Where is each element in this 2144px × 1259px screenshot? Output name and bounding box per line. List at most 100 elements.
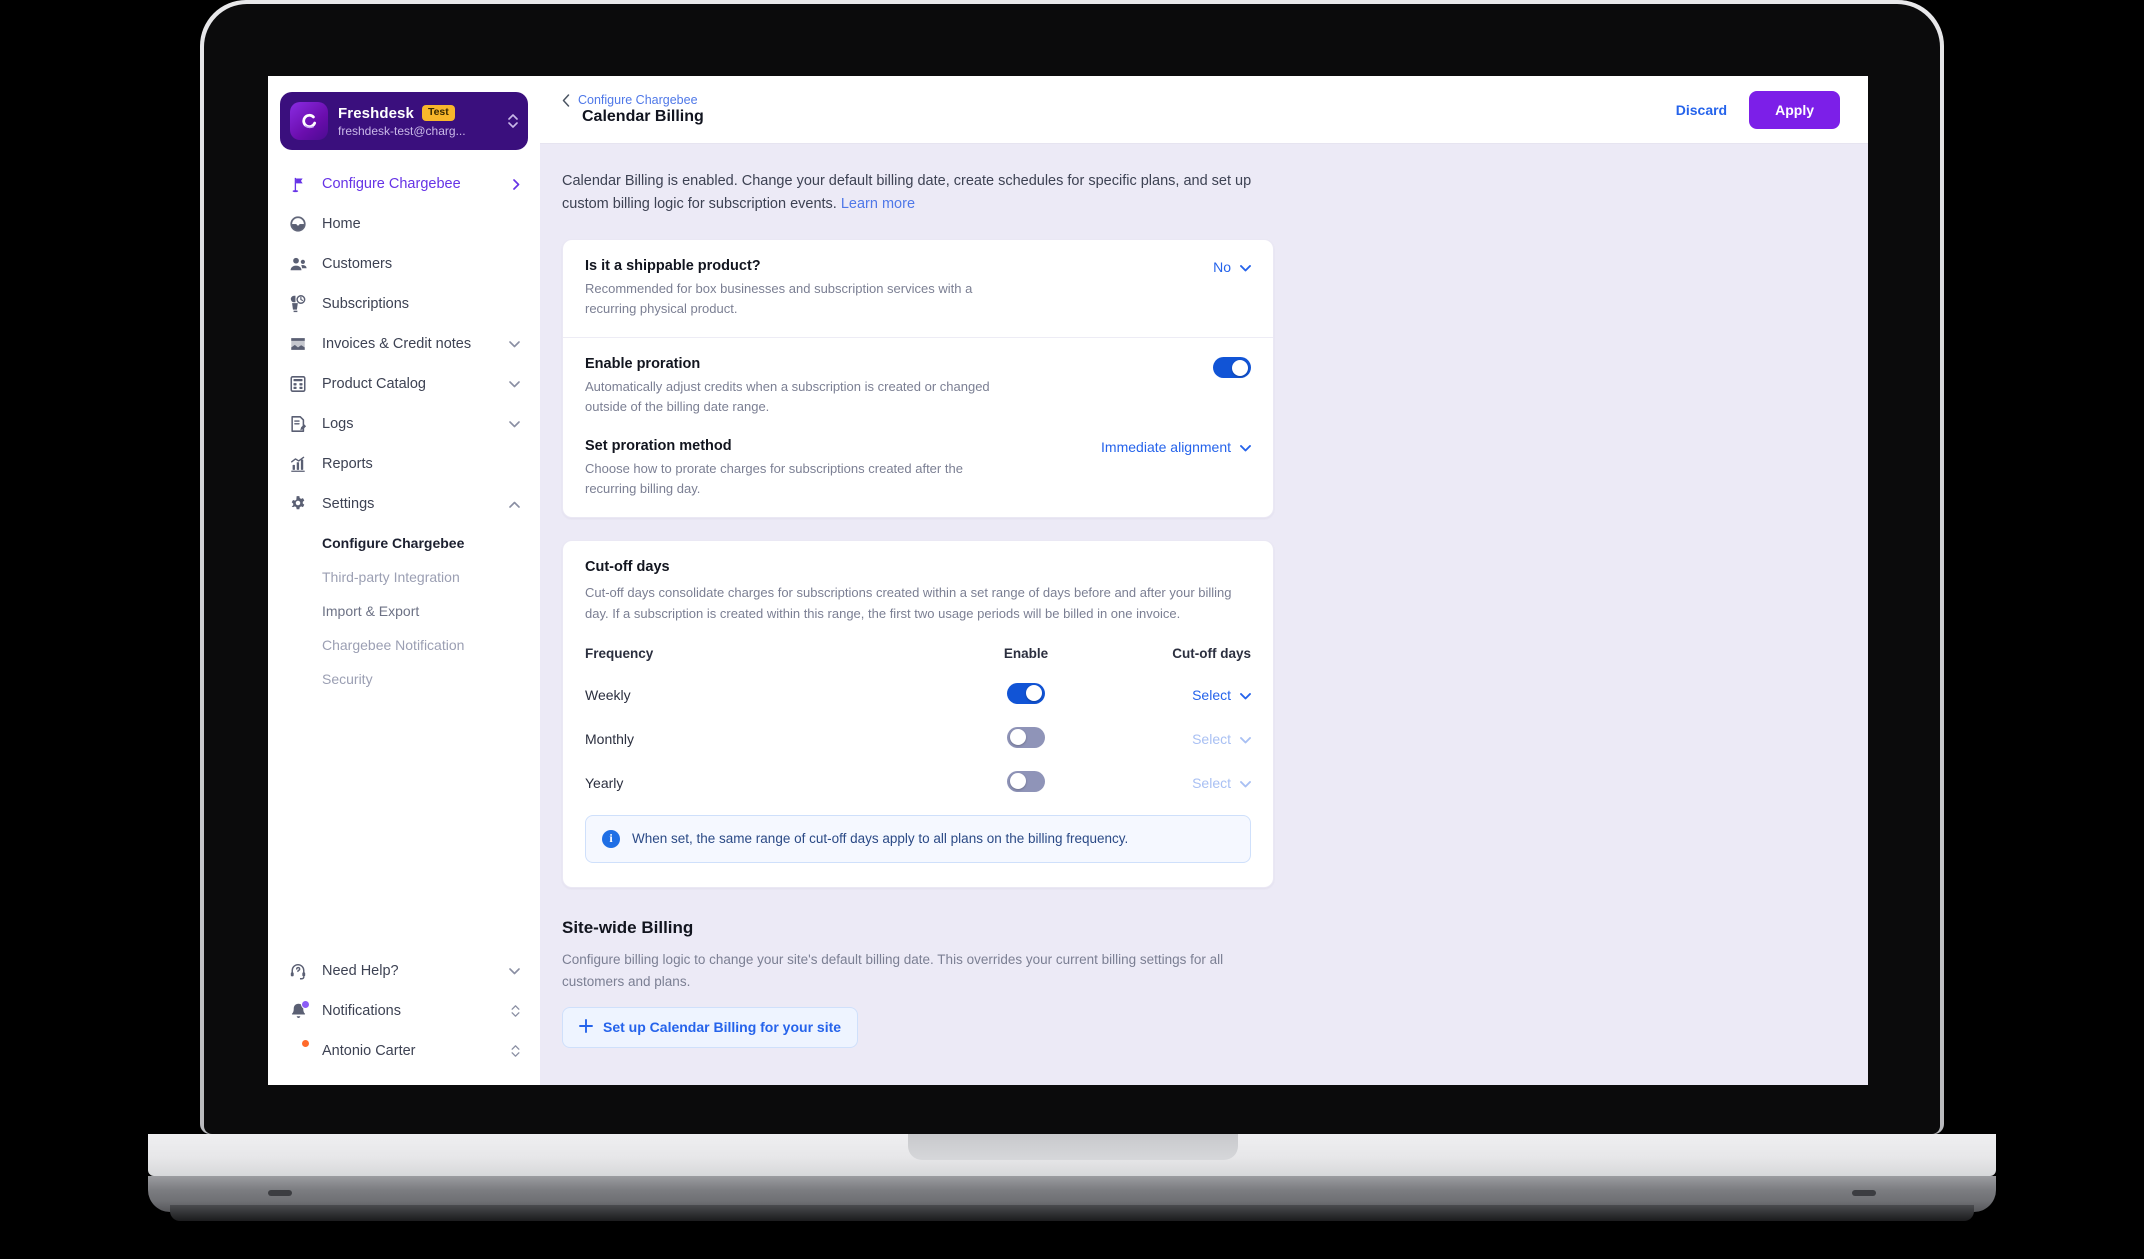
setup-button-label: Set up Calendar Billing for your site bbox=[603, 1019, 842, 1036]
sidebar-subitem-third-party-integration[interactable]: Third-party Integration bbox=[278, 560, 530, 594]
chargebee-app: Freshdesk Test freshdesk-test@charg... C… bbox=[268, 76, 1868, 1085]
up-down-chevron-icon[interactable] bbox=[508, 114, 518, 128]
gear-icon bbox=[288, 494, 308, 514]
sidebar-item-product-catalog[interactable]: Product Catalog bbox=[278, 364, 530, 404]
sidebar-subitem-import-export[interactable]: Import & Export bbox=[278, 594, 530, 628]
row-description: Automatically adjust credits when a subs… bbox=[585, 379, 990, 415]
account-email: freshdesk-test@charg... bbox=[338, 123, 466, 138]
table-row: Yearly Select bbox=[585, 761, 1251, 805]
sidebar-item-configure-chargebee[interactable]: Configure Chargebee bbox=[278, 164, 530, 204]
sidebar-item-logs[interactable]: Logs bbox=[278, 404, 530, 444]
sidebar-subitem-security[interactable]: Security bbox=[278, 662, 530, 696]
people-icon bbox=[288, 254, 308, 274]
monthly-cutoff-select[interactable]: Select bbox=[1101, 731, 1251, 747]
select-value: Immediate alignment bbox=[1101, 438, 1231, 455]
enable-proration-row: Enable proration Automatically adjust cr… bbox=[563, 337, 1273, 435]
setup-calendar-billing-button[interactable]: Set up Calendar Billing for your site bbox=[562, 1006, 859, 1048]
sidebar-item-user-profile[interactable]: Antonio Carter bbox=[278, 1031, 530, 1071]
chevron-down-icon bbox=[1240, 687, 1251, 703]
sidebar-item-label: Invoices & Credit notes bbox=[322, 336, 472, 352]
content-scroll[interactable]: Calendar Billing is enabled. Change your… bbox=[540, 144, 1868, 1085]
weekly-enable-toggle[interactable] bbox=[1007, 682, 1045, 704]
sidebar-subitem-configure-chargebee[interactable]: Configure Chargebee bbox=[278, 526, 530, 560]
sidebar-item-reports[interactable]: Reports bbox=[278, 444, 530, 484]
sidebar-item-label: Notifications bbox=[322, 1003, 401, 1019]
table-row: Monthly Select bbox=[585, 717, 1251, 761]
sidebar-item-notifications[interactable]: Notifications bbox=[278, 991, 530, 1031]
invoice-icon bbox=[288, 334, 308, 354]
sidebar-item-label: Need Help? bbox=[322, 963, 399, 979]
chevron-down-icon bbox=[1240, 775, 1251, 791]
row-title: Set proration method bbox=[585, 437, 732, 454]
proration-method-row: Set proration method Choose how to prora… bbox=[563, 436, 1273, 517]
proration-method-select[interactable]: Immediate alignment bbox=[1101, 439, 1251, 455]
up-down-chevron-icon[interactable] bbox=[511, 1045, 520, 1057]
primary-nav: Configure Chargebee Home Customers Subsc… bbox=[268, 164, 540, 524]
chevron-left-icon[interactable] bbox=[562, 93, 570, 107]
sidebar-bottom-nav: Need Help? Notifications Antonio Carter bbox=[268, 951, 540, 1085]
weekly-cutoff-select[interactable]: Select bbox=[1101, 687, 1251, 703]
catalog-icon bbox=[288, 374, 308, 394]
column-frequency: Frequency bbox=[585, 645, 654, 661]
chart-icon bbox=[288, 454, 308, 474]
toggle-knob bbox=[1010, 773, 1026, 790]
topbar-actions: Discard Apply bbox=[1676, 90, 1840, 129]
chevron-up-icon bbox=[509, 501, 520, 508]
table-row: Weekly Select bbox=[585, 673, 1251, 717]
sidebar-item-invoices-credit-notes[interactable]: Invoices & Credit notes bbox=[278, 324, 530, 364]
plus-icon bbox=[579, 1018, 593, 1036]
row-description: Recommended for box businesses and subsc… bbox=[585, 280, 973, 317]
sidebar: Freshdesk Test freshdesk-test@charg... C… bbox=[268, 76, 540, 1085]
sidebar-subitem-chargebee-notification[interactable]: Chargebee Notification bbox=[278, 628, 530, 662]
laptop-lid: Freshdesk Test freshdesk-test@charg... C… bbox=[200, 0, 1944, 1134]
shippable-product-select[interactable]: No bbox=[1213, 259, 1251, 275]
account-switcher[interactable]: Freshdesk Test freshdesk-test@charg... bbox=[280, 92, 528, 150]
account-name: Freshdesk bbox=[338, 104, 414, 122]
toggle-knob bbox=[1010, 729, 1026, 746]
flag-icon bbox=[288, 174, 308, 194]
yearly-enable-toggle[interactable] bbox=[1007, 770, 1045, 792]
sidebar-item-label: Customers bbox=[322, 256, 393, 272]
sitewide-billing-section: Site-wide Billing Configure billing logi… bbox=[562, 918, 1274, 1048]
subscription-icon bbox=[288, 294, 308, 314]
up-down-chevron-icon[interactable] bbox=[511, 1005, 520, 1017]
toggle-knob bbox=[1026, 685, 1042, 702]
billing-settings-card: Is it a shippable product? Recommended f… bbox=[562, 238, 1274, 518]
apply-button[interactable]: Apply bbox=[1749, 90, 1840, 129]
avatar bbox=[288, 1039, 310, 1061]
sidebar-item-home[interactable]: Home bbox=[278, 204, 530, 244]
learn-more-link[interactable]: Learn more bbox=[841, 196, 915, 212]
cutoff-days-card: Cut-off days Cut-off days consolidate ch… bbox=[562, 539, 1274, 888]
sidebar-item-need-help[interactable]: Need Help? bbox=[278, 951, 530, 991]
cutoff-title: Cut-off days bbox=[585, 558, 670, 575]
sidebar-item-subscriptions[interactable]: Subscriptions bbox=[278, 284, 530, 324]
info-banner-text: When set, the same range of cut-off days… bbox=[632, 831, 1129, 847]
toggle-knob bbox=[1232, 359, 1248, 376]
breadcrumb-link[interactable]: Configure Chargebee bbox=[578, 93, 698, 107]
discard-button[interactable]: Discard bbox=[1676, 102, 1727, 118]
yearly-cutoff-select[interactable]: Select bbox=[1101, 775, 1251, 791]
row-description: Choose how to prorate charges for subscr… bbox=[585, 460, 963, 496]
monthly-enable-toggle[interactable] bbox=[1007, 726, 1045, 748]
bell-icon bbox=[288, 999, 310, 1021]
chevron-down-icon bbox=[509, 967, 520, 975]
user-status-dot bbox=[301, 1039, 310, 1048]
cutoff-card-header: Cut-off days Cut-off days consolidate ch… bbox=[563, 541, 1273, 624]
frequency-table: Frequency Enable Cut-off days Weekly Sel… bbox=[585, 640, 1251, 805]
sidebar-item-label: Settings bbox=[322, 496, 375, 512]
sidebar-item-customers[interactable]: Customers bbox=[278, 244, 530, 284]
notification-badge-dot bbox=[300, 999, 310, 1009]
chevron-down-icon bbox=[1240, 439, 1251, 455]
table-header-row: Frequency Enable Cut-off days bbox=[585, 640, 1251, 673]
sidebar-item-label: Reports bbox=[322, 456, 373, 472]
frequency-label: Monthly bbox=[585, 730, 635, 747]
enable-proration-toggle[interactable] bbox=[1213, 357, 1251, 379]
speedometer-icon bbox=[288, 214, 308, 234]
select-value: Select bbox=[1192, 730, 1231, 747]
sidebar-item-label: Logs bbox=[322, 416, 354, 432]
cutoff-description: Cut-off days consolidate charges for sub… bbox=[585, 584, 1232, 621]
sidebar-item-settings[interactable]: Settings bbox=[278, 484, 530, 524]
chevron-down-icon bbox=[509, 340, 520, 348]
settings-subnav: Configure Chargebee Third-party Integrat… bbox=[268, 524, 540, 696]
column-enable: Enable bbox=[1003, 645, 1049, 661]
